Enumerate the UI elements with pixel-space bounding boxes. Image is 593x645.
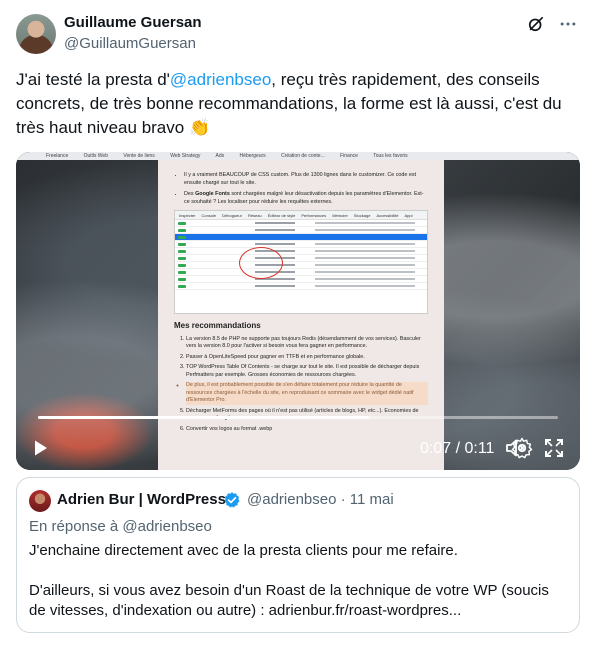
fullscreen-icon[interactable] xyxy=(542,436,566,460)
video-time: 0:07 / 0:11 xyxy=(420,440,495,457)
doc-bullet: Des Google Fonts sont chargées malgré le… xyxy=(184,191,428,206)
doc-recommendation: TOP WordPress Table Of Contents - se cha… xyxy=(186,364,428,379)
quoted-avatar[interactable] xyxy=(29,490,51,512)
doc-bullet: Il y a vraiment BEAUCOUP de CSS custom. … xyxy=(184,172,428,187)
author-name[interactable]: Guillaume Guersan xyxy=(64,14,202,31)
doc-recommendation: La version 8.5 de PHP ne supporte pas to… xyxy=(186,336,428,351)
bookmark: Web Strategy xyxy=(170,153,201,159)
verified-icon xyxy=(224,492,240,508)
bookmark: Ads xyxy=(215,153,225,159)
bookmark: Tous les favoris xyxy=(373,153,408,159)
mention-link[interactable]: @adrienbseo xyxy=(170,70,271,89)
bookmark: Freelance xyxy=(46,153,69,159)
video-controls: 0:07 / 0:11 xyxy=(16,428,580,468)
quoted-text-line: D'ailleurs, si vous avez besoin d'un Roa… xyxy=(29,582,549,619)
tweet-header: Guillaume Guersan @GuillaumGuersan xyxy=(16,12,578,56)
quoted-tweet[interactable]: Adrien Bur | WordPress @adrienbseo · 11 … xyxy=(16,477,580,633)
doc-recommendation: Passer à OpenLiteSpeed pour gagner en TT… xyxy=(186,354,428,362)
doc-recommendation-note: De plus, il est probablement possible de… xyxy=(186,382,428,405)
reply-to-label: En réponse à @adrienbseo xyxy=(29,518,212,535)
bookmark: Outils Web xyxy=(83,153,108,159)
quoted-text-line: J'enchaine directement avec de la presta… xyxy=(29,542,458,559)
grok-icon[interactable] xyxy=(526,14,546,34)
bookmark: Finance xyxy=(340,153,358,159)
bookmark: Vente de liens xyxy=(123,153,155,159)
avatar[interactable] xyxy=(16,14,56,54)
bookmark: Hébergeurs xyxy=(239,153,266,159)
tweet-text-prefix: J'ai testé la presta d' xyxy=(16,70,170,89)
video-player[interactable]: Freelance Outils Web Vente de liens Web … xyxy=(16,152,580,470)
quoted-author-handle[interactable]: @adrienbseo · 11 mai xyxy=(247,491,394,508)
author-handle[interactable]: @GuillaumGuersan xyxy=(64,35,196,52)
settings-icon[interactable] xyxy=(510,436,534,460)
devtools-tabs: Inspecter Console Débogueur Réseau Édite… xyxy=(175,211,427,220)
play-icon[interactable] xyxy=(28,436,52,460)
doc-section-title: Mes recommandations xyxy=(174,321,261,330)
quoted-author-name[interactable]: Adrien Bur | WordPress xyxy=(57,491,226,508)
video-progress-bar[interactable] xyxy=(38,416,558,419)
more-icon[interactable] xyxy=(558,14,578,34)
browser-bookmarks-bar: Freelance Outils Web Vente de liens Web … xyxy=(16,152,580,160)
video-document: Il y a vraiment BEAUCOUP de CSS custom. … xyxy=(158,160,444,470)
bookmark: Création de conte... xyxy=(281,153,325,159)
devtools-screenshot: Inspecter Console Débogueur Réseau Édite… xyxy=(174,210,428,314)
doc-recommendation: Décharger MetForms des pages où il n'est… xyxy=(186,408,428,423)
video-progress-fill xyxy=(38,416,369,419)
highlight-circle xyxy=(239,247,283,279)
tweet-text: J'ai testé la presta d'@adrienbseo, reçu… xyxy=(16,68,576,140)
quoted-text: J'enchaine directement avec de la presta… xyxy=(29,541,569,621)
